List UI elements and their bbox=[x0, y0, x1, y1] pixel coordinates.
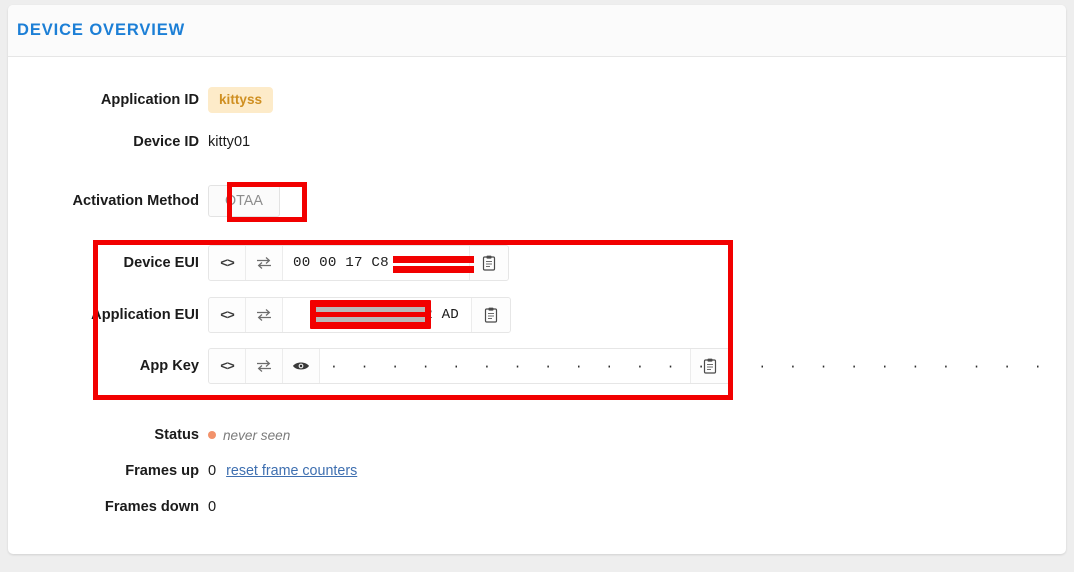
row-frames-down: Frames down 0 bbox=[8, 499, 216, 515]
page-title: DEVICE OVERVIEW bbox=[17, 21, 186, 39]
device-eui-redaction-bar-bottom bbox=[393, 266, 474, 273]
status-dot-icon bbox=[208, 431, 216, 439]
status-badge: never seen bbox=[208, 428, 290, 443]
row-status: Status never seen bbox=[8, 427, 290, 443]
code-icon[interactable]: <> bbox=[209, 298, 246, 332]
application-id-badge[interactable]: kittyss bbox=[208, 87, 274, 113]
row-application-id: Application ID kittyss bbox=[8, 87, 274, 113]
label-activation-method: Activation Method bbox=[72, 193, 199, 210]
page-background: DEVICE OVERVIEW Application ID kittyss D… bbox=[0, 0, 1074, 572]
label-frames-up: Frames up bbox=[125, 463, 199, 479]
label-frames-down: Frames down bbox=[104, 499, 199, 515]
code-icon[interactable]: <> bbox=[209, 246, 246, 280]
clipboard-icon[interactable] bbox=[471, 298, 510, 332]
device-eui-redaction-bar-top bbox=[393, 256, 474, 263]
clipboard-icon[interactable] bbox=[469, 246, 508, 280]
swap-icon[interactable] bbox=[246, 349, 283, 383]
row-application-eui: Application EUI <> 62 AD bbox=[8, 297, 511, 333]
application-eui-redaction-inner-line-top bbox=[316, 307, 425, 312]
frames-down-value: 0 bbox=[208, 499, 217, 515]
app-key-input-group: <> · · · · · · · · · · · · · · · · · · ·… bbox=[208, 348, 1066, 384]
label-device-id: Device ID bbox=[133, 134, 199, 150]
application-eui-redaction-inner-line-bottom bbox=[316, 317, 425, 322]
application-eui-redaction-block bbox=[310, 300, 431, 329]
swap-icon[interactable] bbox=[246, 246, 283, 280]
row-frames-up: Frames up 0 reset frame counters bbox=[8, 463, 357, 479]
row-activation-method: Activation Method OTAA bbox=[8, 185, 280, 218]
device-eui-input-group: <> 00 00 17 C8 bbox=[208, 245, 509, 281]
device-eui-value: 00 00 17 C8 bbox=[283, 246, 469, 280]
label-app-key: App Key bbox=[139, 358, 199, 374]
label-application-eui: Application EUI bbox=[91, 307, 199, 323]
activation-method-otaa-button[interactable]: OTAA bbox=[208, 185, 280, 218]
device-id-value: kitty01 bbox=[208, 134, 251, 150]
swap-icon[interactable] bbox=[246, 298, 283, 332]
device-eui-text: 00 00 17 C8 bbox=[293, 255, 389, 271]
row-device-id: Device ID kitty01 bbox=[8, 134, 250, 150]
reset-frame-counters-link[interactable]: reset frame counters bbox=[226, 463, 357, 479]
card-header: DEVICE OVERVIEW bbox=[8, 5, 1066, 57]
code-icon[interactable]: <> bbox=[209, 349, 246, 383]
app-key-masked-text: · · · · · · · · · · · · · · · · · · · · … bbox=[330, 358, 1066, 374]
frames-up-value: 0 bbox=[208, 463, 217, 479]
row-device-eui: Device EUI <> 00 00 17 C8 bbox=[8, 245, 509, 281]
label-application-id: Application ID bbox=[100, 91, 199, 108]
status-value: never seen bbox=[223, 427, 291, 443]
label-status: Status bbox=[154, 427, 199, 443]
activation-method-control: OTAA bbox=[208, 185, 280, 218]
row-app-key: App Key <> · · · · · · · · · · · · · · ·… bbox=[8, 348, 1066, 384]
label-device-eui: Device EUI bbox=[123, 255, 199, 271]
card-body: Application ID kittyss Device ID kitty01… bbox=[8, 57, 1066, 554]
app-key-value: · · · · · · · · · · · · · · · · · · · · … bbox=[320, 349, 1066, 383]
eye-icon[interactable] bbox=[283, 349, 320, 383]
device-overview-card: DEVICE OVERVIEW Application ID kittyss D… bbox=[8, 5, 1066, 554]
